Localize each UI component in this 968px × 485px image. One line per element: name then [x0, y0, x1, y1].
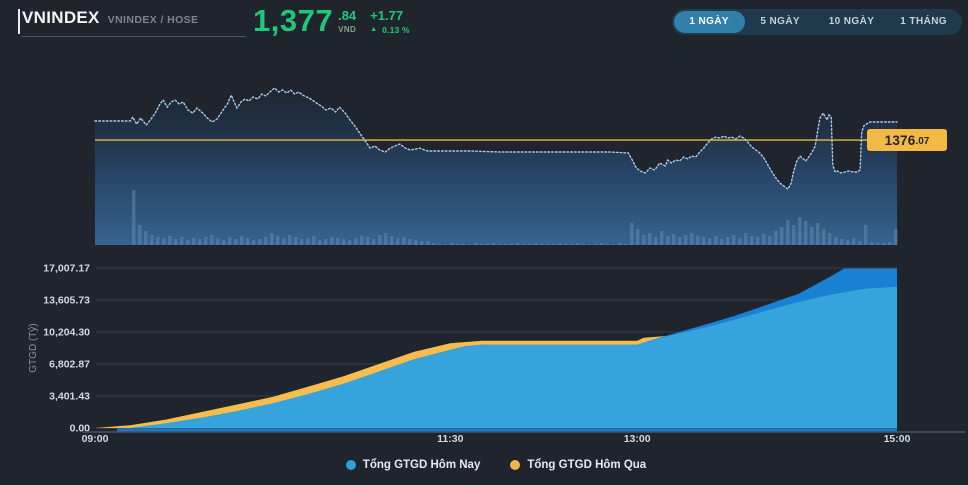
range-button-10-day[interactable]: 10 NGÀY — [816, 11, 888, 33]
price-change-col: +1.77 ▲ 0.13 % — [370, 5, 410, 35]
price-chart[interactable] — [0, 50, 968, 250]
trading-app: VNINDEX VNINDEX / HOSE 1,377 .84 VND +1.7… — [0, 0, 968, 485]
range-button-1-month[interactable]: 1 THÁNG — [887, 11, 960, 33]
y-axis-tick-label: 6,802.87 — [49, 359, 90, 371]
up-arrow-icon: ▲ — [370, 26, 377, 34]
page-title: VNINDEX — [22, 8, 100, 27]
y-axis-tick-label: 17,007.17 — [43, 263, 90, 275]
text-cursor — [18, 9, 20, 34]
x-axis-tick-label: 11:30 — [437, 433, 463, 445]
last-price-decimals: .84 — [338, 10, 356, 22]
price-change: +1.77 — [370, 10, 410, 22]
y-axis-tick-label: 3,401.43 — [49, 391, 90, 403]
header: VNINDEX VNINDEX / HOSE 1,377 .84 VND +1.7… — [0, 0, 968, 48]
today-baseline-strip — [117, 429, 897, 432]
legend-item-yesterday[interactable]: Tổng GTGD Hôm Qua — [510, 459, 646, 471]
currency-label: VND — [338, 25, 356, 34]
y-axis-tick-label: 13,605.73 — [43, 295, 90, 307]
gtgd-chart-plot-area[interactable] — [95, 268, 897, 428]
chart-legend: Tổng GTGD Hôm Nay Tổng GTGD Hôm Qua — [95, 459, 897, 471]
time-range-switcher: 1 NGÀY 5 NGÀY 10 NGÀY 1 THÁNG — [672, 9, 962, 35]
symbol-exchange-label: VNINDEX / HOSE — [108, 14, 199, 26]
symbol-title-block[interactable]: VNINDEX VNINDEX / HOSE — [22, 8, 246, 37]
today-series-dot-icon — [346, 460, 356, 470]
price-frac-col: .84 VND — [338, 5, 356, 34]
last-price: 1,377 — [253, 5, 333, 37]
reference-price-frac: .07 — [915, 136, 929, 147]
reference-price-main: 1376 — [885, 133, 916, 148]
legend-item-today[interactable]: Tổng GTGD Hôm Nay — [346, 459, 481, 471]
x-axis-tick-label: 09:00 — [82, 433, 109, 445]
gtgd-chart[interactable]: 0.003,401.436,802.8710,204.3013,605.7317… — [0, 250, 968, 485]
y-axis-tick-label: 10,204.30 — [43, 327, 90, 339]
legend-label-today: Tổng GTGD Hôm Nay — [363, 459, 481, 471]
yesterday-series-dot-icon — [510, 460, 520, 470]
x-axis-tick-label: 13:00 — [624, 433, 651, 445]
price-group: 1,377 .84 VND +1.77 ▲ 0.13 % — [253, 5, 410, 37]
price-change-pct-row: ▲ 0.13 % — [370, 25, 410, 35]
y-axis-title: GTGD (Tỷ) — [27, 323, 39, 372]
legend-label-yesterday: Tổng GTGD Hôm Qua — [527, 459, 646, 471]
reference-price-tag: 1376.07 — [867, 129, 947, 151]
range-button-5-day[interactable]: 5 NGÀY — [745, 11, 816, 33]
price-change-percent: 0.13 % — [382, 25, 410, 35]
x-axis-tick-label: 15:00 — [884, 433, 911, 445]
price-chart-plot-area[interactable] — [95, 62, 897, 245]
range-button-1-day[interactable]: 1 NGÀY — [674, 11, 745, 33]
